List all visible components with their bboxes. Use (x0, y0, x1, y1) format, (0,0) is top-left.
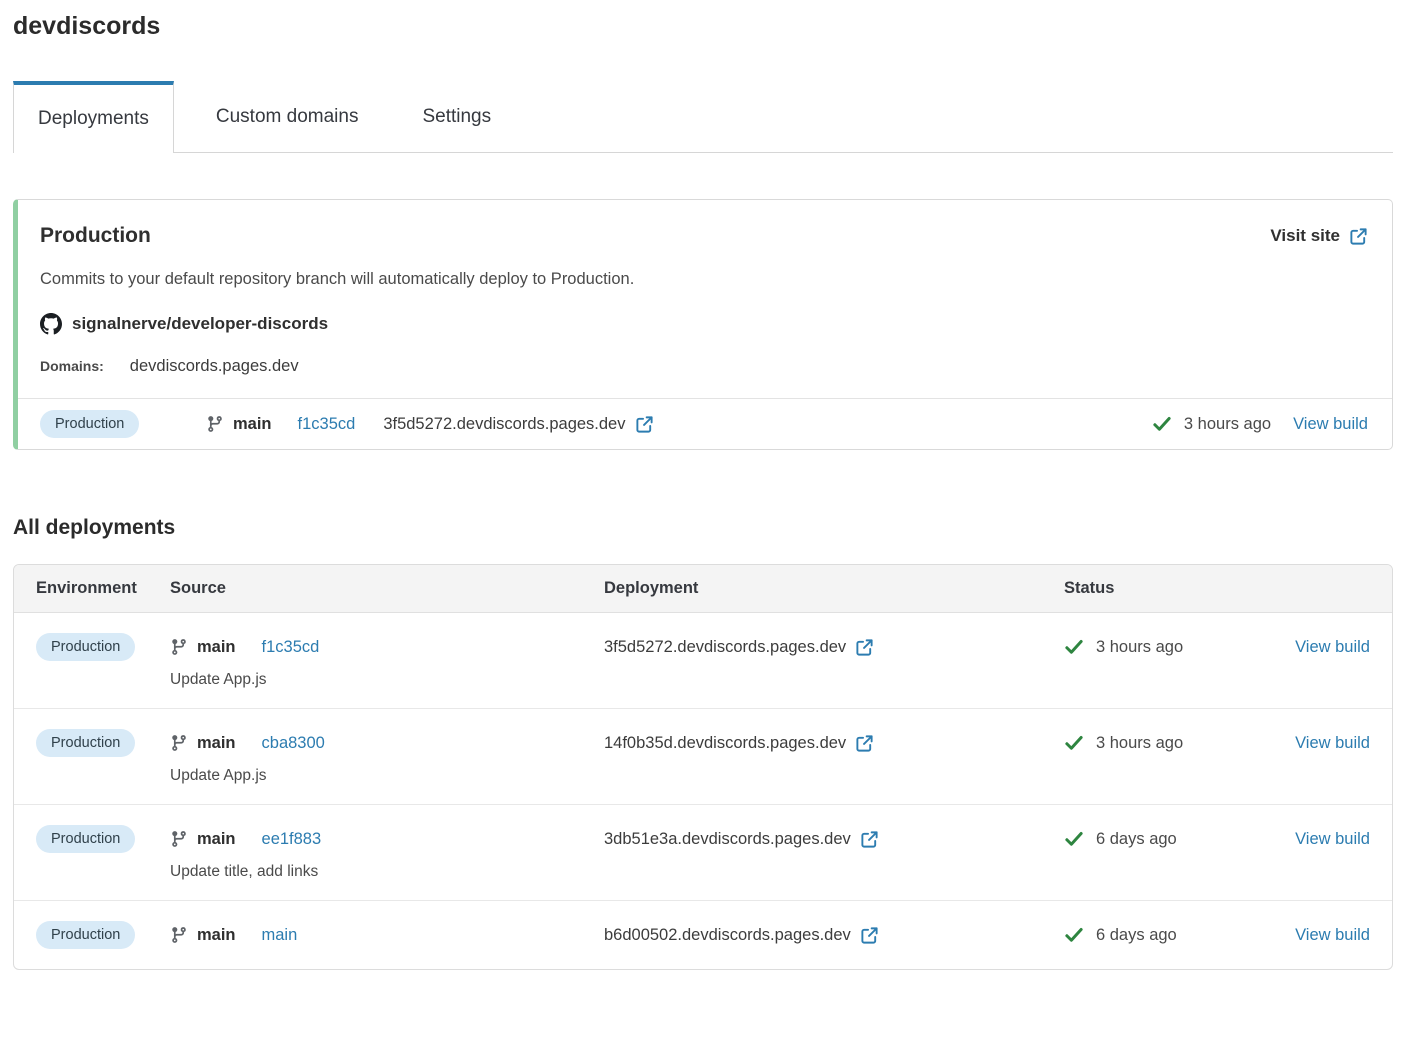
commit-message: Update title, add links (170, 863, 604, 881)
status-time: 3 hours ago (1184, 415, 1271, 434)
commit-link[interactable]: f1c35cd (298, 415, 356, 434)
git-branch-icon (170, 638, 188, 656)
environment-badge: Production (36, 633, 135, 661)
external-link-icon (1349, 227, 1368, 246)
production-card-title: Production (40, 224, 151, 248)
external-link-icon[interactable] (635, 415, 654, 434)
git-branch-icon (170, 926, 188, 944)
tab-custom-domains-label: Custom domains (216, 106, 359, 128)
deployment-url: 3f5d5272.devdiscords.pages.dev (604, 638, 846, 657)
column-header-source: Source (170, 579, 604, 598)
deployments-table: Environment Source Deployment Status Pro… (13, 564, 1393, 970)
environment-badge: Production (36, 825, 135, 853)
branch-name: main (197, 926, 236, 945)
commit-link[interactable]: ee1f883 (262, 830, 322, 849)
column-header-deployment: Deployment (604, 579, 1064, 598)
check-icon (1152, 414, 1172, 434)
table-row: Production main cba8300 Update App.js 14… (14, 709, 1392, 805)
deployment-url: 14f0b35d.devdiscords.pages.dev (604, 734, 846, 753)
column-header-status: Status (1064, 579, 1264, 598)
check-icon (1064, 637, 1084, 657)
external-link-icon[interactable] (860, 830, 879, 849)
status-time: 3 hours ago (1096, 734, 1183, 753)
status-time: 6 days ago (1096, 926, 1177, 945)
column-header-environment: Environment (36, 579, 170, 598)
branch-name: main (233, 415, 272, 434)
commit-link[interactable]: cba8300 (262, 734, 325, 753)
external-link-icon[interactable] (860, 926, 879, 945)
tab-bar: Deployments Custom domains Settings (13, 81, 1393, 153)
environment-badge: Production (36, 921, 135, 949)
branch-name: main (197, 734, 236, 753)
repository-name: signalnerve/developer-discords (72, 314, 328, 334)
page: devdiscords Deployments Custom domains S… (0, 0, 1413, 970)
check-icon (1064, 925, 1084, 945)
status-time: 6 days ago (1096, 830, 1177, 849)
branch-name: main (197, 830, 236, 849)
tab-settings[interactable]: Settings (400, 81, 513, 152)
view-build-link[interactable]: View build (1295, 638, 1370, 657)
visit-site-label: Visit site (1270, 226, 1340, 246)
view-build-link[interactable]: View build (1293, 415, 1368, 434)
check-icon (1064, 733, 1084, 753)
deployment-url: 3f5d5272.devdiscords.pages.dev (383, 415, 625, 434)
domains-label: Domains: (40, 358, 104, 374)
visit-site-link[interactable]: Visit site (1270, 226, 1368, 246)
github-icon (40, 313, 62, 335)
external-link-icon[interactable] (855, 638, 874, 657)
tab-settings-label: Settings (422, 106, 491, 128)
commit-link[interactable]: f1c35cd (262, 638, 320, 657)
table-row: Production main ee1f883 Update title, ad… (14, 805, 1392, 901)
production-description: Commits to your default repository branc… (40, 270, 1368, 289)
table-row: Production main f1c35cd Update App.js 3f… (14, 613, 1392, 709)
page-title: devdiscords (13, 0, 1393, 41)
environment-badge: Production (36, 729, 135, 757)
production-deployment-row: Production main f1c35cd 3f5d5272.devdisc… (18, 398, 1392, 449)
status-time: 3 hours ago (1096, 638, 1183, 657)
git-branch-icon (206, 415, 224, 433)
commit-message: Update App.js (170, 767, 604, 785)
branch-name: main (197, 638, 236, 657)
deployment-url: 3db51e3a.devdiscords.pages.dev (604, 830, 851, 849)
deployment-url: b6d00502.devdiscords.pages.dev (604, 926, 851, 945)
environment-badge: Production (40, 410, 139, 438)
all-deployments-heading: All deployments (13, 516, 1393, 540)
production-card: Production Visit site Commits to your de… (13, 199, 1393, 450)
view-build-link[interactable]: View build (1295, 734, 1370, 753)
domains-value: devdiscords.pages.dev (130, 357, 299, 376)
git-branch-icon (170, 734, 188, 752)
commit-message: Update App.js (170, 671, 604, 689)
tab-custom-domains[interactable]: Custom domains (194, 81, 381, 152)
view-build-link[interactable]: View build (1295, 830, 1370, 849)
git-branch-icon (170, 830, 188, 848)
tab-deployments[interactable]: Deployments (13, 81, 174, 153)
commit-link[interactable]: main (262, 926, 298, 945)
view-build-link[interactable]: View build (1295, 926, 1370, 945)
check-icon (1064, 829, 1084, 849)
external-link-icon[interactable] (855, 734, 874, 753)
table-row: Production main main b6d00502.devdiscord… (14, 901, 1392, 969)
tab-deployments-label: Deployments (38, 108, 149, 130)
table-header-row: Environment Source Deployment Status (14, 565, 1392, 613)
